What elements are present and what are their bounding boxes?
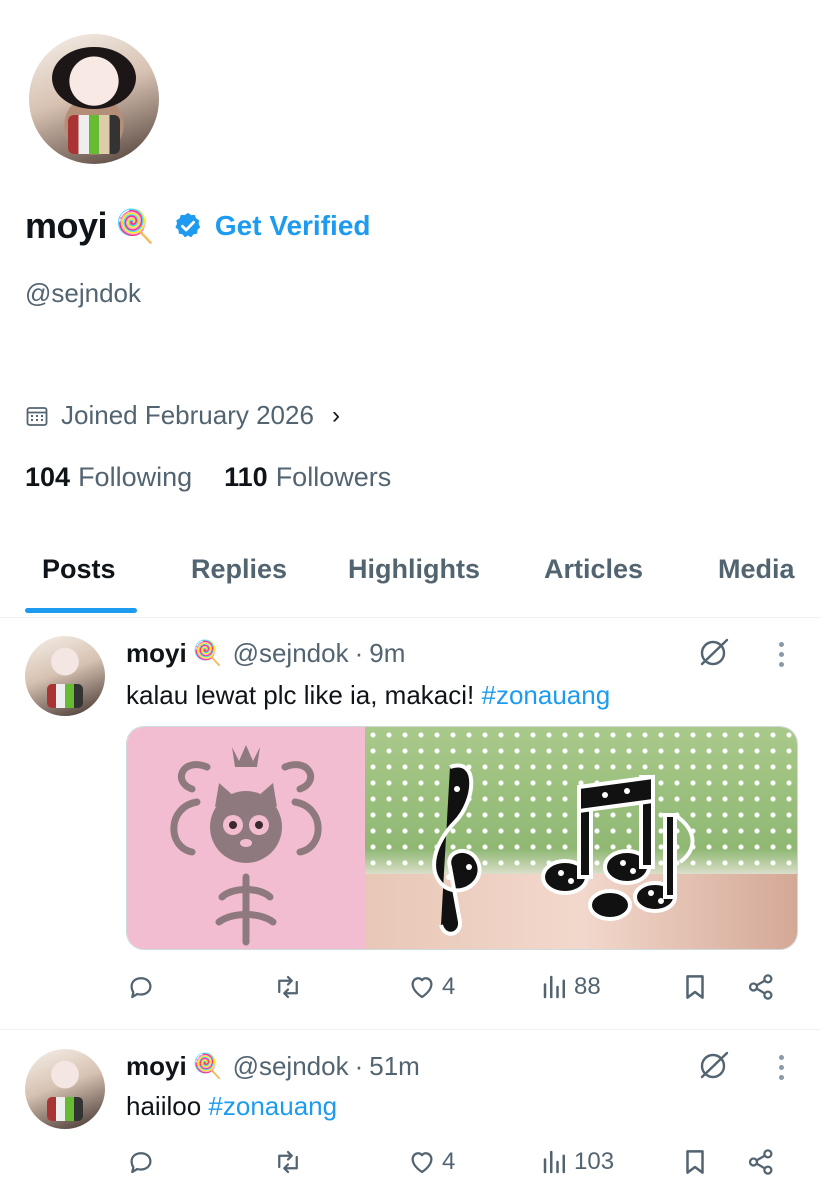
reply-icon bbox=[130, 1152, 152, 1174]
post-item[interactable]: moyi 🍭 @sejndok · 51m haiiloo #zonauang … bbox=[0, 1031, 821, 1200]
view-count: 103 bbox=[574, 1148, 615, 1175]
like-icon bbox=[411, 977, 433, 999]
post-actions: 4 88 bbox=[126, 972, 786, 1012]
joined-row[interactable]: Joined February 2026 › bbox=[25, 400, 340, 431]
repost-icon bbox=[278, 975, 298, 999]
get-verified-link[interactable]: Get Verified bbox=[215, 210, 371, 242]
profile-name-row: moyi 🍭 Get Verified bbox=[25, 205, 371, 247]
post-author-handle[interactable]: @sejndok bbox=[233, 1051, 349, 1082]
separator-dot: · bbox=[354, 1051, 364, 1081]
post-author-handle[interactable]: @sejndok bbox=[233, 638, 349, 669]
post-author-name[interactable]: moyi bbox=[126, 638, 187, 669]
separator-dot: · bbox=[354, 638, 364, 668]
post-author-name[interactable]: moyi bbox=[126, 1051, 187, 1082]
following-label: Following bbox=[78, 462, 193, 492]
follow-stats: 104 Following 110 Followers bbox=[25, 462, 423, 493]
views-button[interactable]: 103 bbox=[540, 1147, 614, 1177]
post-body: kalau lewat plc like ia, makaci! bbox=[126, 680, 482, 710]
reply-icon bbox=[130, 977, 152, 999]
post-text: kalau lewat plc like ia, makaci! #zonaua… bbox=[126, 680, 610, 711]
calendar-icon bbox=[26, 406, 48, 426]
lollipop-emoji: 🍭 bbox=[192, 640, 223, 667]
followers-label: Followers bbox=[275, 462, 392, 492]
lollipop-emoji: 🍭 bbox=[115, 208, 155, 244]
media-image-music-notes[interactable] bbox=[365, 727, 797, 949]
bookmark-icon bbox=[686, 1150, 704, 1174]
post-actions: 4 103 bbox=[126, 1147, 786, 1187]
like-button[interactable]: 4 bbox=[406, 972, 455, 1002]
like-icon bbox=[411, 1152, 433, 1174]
media-image-pink-cat[interactable] bbox=[127, 727, 365, 949]
tab-highlights[interactable]: Highlights bbox=[348, 554, 480, 585]
like-count: 4 bbox=[442, 1148, 456, 1175]
following-count: 104 bbox=[25, 462, 71, 492]
repost-button[interactable] bbox=[272, 972, 304, 1002]
more-icon[interactable] bbox=[776, 1055, 786, 1080]
post-timestamp[interactable]: 9m bbox=[369, 638, 405, 669]
share-icon bbox=[748, 1149, 773, 1175]
grok-icon[interactable] bbox=[698, 636, 730, 668]
profile-display-name: moyi bbox=[25, 205, 108, 246]
music-notes-image bbox=[432, 763, 695, 936]
post-avatar[interactable] bbox=[25, 1049, 105, 1129]
tab-posts[interactable]: Posts bbox=[42, 554, 116, 585]
post-header: moyi 🍭 @sejndok · 9m bbox=[126, 638, 405, 669]
profile-handle: @sejndok bbox=[25, 278, 142, 308]
bookmark-button[interactable] bbox=[680, 972, 710, 1002]
post-header: moyi 🍭 @sejndok · 51m bbox=[126, 1051, 420, 1082]
followers-count: 110 bbox=[224, 462, 268, 492]
tab-media[interactable]: Media bbox=[718, 554, 795, 585]
followers-stat[interactable]: 110 Followers bbox=[224, 462, 391, 493]
post-media[interactable] bbox=[126, 726, 798, 950]
post-text: haiiloo #zonauang bbox=[126, 1091, 337, 1122]
tab-articles[interactable]: Articles bbox=[544, 554, 643, 585]
post-body: haiiloo bbox=[126, 1091, 209, 1121]
view-count: 88 bbox=[574, 973, 601, 1000]
profile-tabs: Posts Replies Highlights Articles Media bbox=[0, 540, 821, 618]
profile-avatar[interactable] bbox=[25, 30, 163, 168]
following-stat[interactable]: 104 Following bbox=[25, 462, 192, 493]
joined-date: Joined February 2026 bbox=[61, 400, 314, 430]
views-icon bbox=[543, 1150, 565, 1174]
active-tab-indicator bbox=[25, 608, 137, 613]
grok-icon[interactable] bbox=[698, 1049, 730, 1081]
hashtag-link[interactable]: #zonauang bbox=[481, 680, 610, 710]
more-icon[interactable] bbox=[776, 642, 786, 667]
cat-ornament-image bbox=[170, 745, 322, 946]
views-icon bbox=[543, 975, 565, 999]
lollipop-emoji: 🍭 bbox=[192, 1053, 223, 1080]
hashtag-link[interactable]: #zonauang bbox=[208, 1091, 337, 1121]
bookmark-icon bbox=[686, 975, 704, 999]
share-button[interactable] bbox=[746, 1147, 776, 1177]
repost-button[interactable] bbox=[272, 1147, 304, 1177]
reply-button[interactable] bbox=[126, 1147, 156, 1177]
share-button[interactable] bbox=[746, 972, 776, 1002]
post-item[interactable]: moyi 🍭 @sejndok · 9m kalau lewat plc lik… bbox=[0, 620, 821, 1030]
views-button[interactable]: 88 bbox=[540, 972, 601, 1002]
share-icon bbox=[748, 974, 773, 1000]
tab-replies[interactable]: Replies bbox=[191, 554, 287, 585]
chevron-right-icon: › bbox=[331, 401, 340, 429]
post-avatar[interactable] bbox=[25, 636, 105, 716]
like-button[interactable]: 4 bbox=[406, 1147, 455, 1177]
bookmark-button[interactable] bbox=[680, 1147, 710, 1177]
repost-icon bbox=[278, 1150, 298, 1174]
reply-button[interactable] bbox=[126, 972, 156, 1002]
verified-badge-icon[interactable] bbox=[173, 211, 203, 241]
like-count: 4 bbox=[442, 973, 456, 1000]
post-timestamp[interactable]: 51m bbox=[369, 1051, 420, 1082]
